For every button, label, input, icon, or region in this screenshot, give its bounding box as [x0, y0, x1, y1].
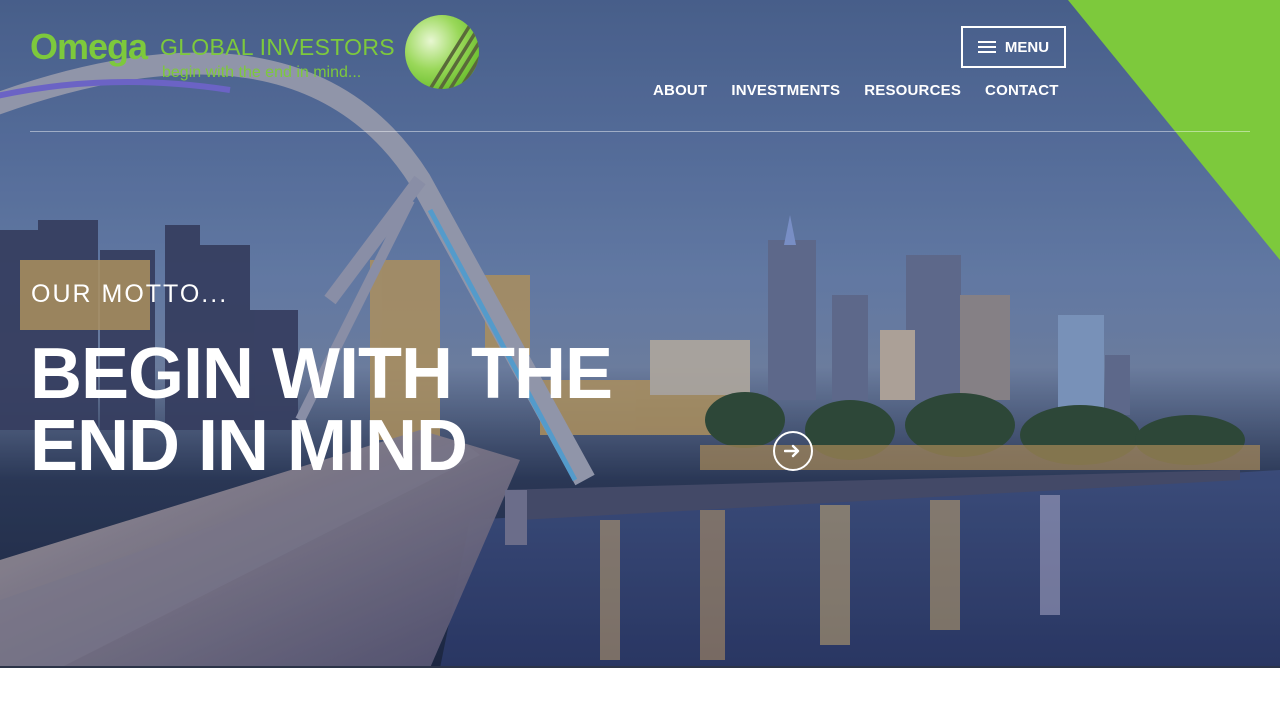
hero-headline: BEGIN WITH THE END IN MIND: [30, 338, 730, 482]
hero-headline-line-1: BEGIN WITH THE: [30, 334, 613, 414]
menu-button[interactable]: MENU: [961, 26, 1066, 68]
logo-global-investors-text: GLOBAL INVESTORS: [160, 34, 395, 60]
hero-section: Omega GLOBAL INVESTORS begin with the en…: [0, 0, 1280, 668]
omega-sphere-icon: [405, 15, 479, 89]
hero-next-button[interactable]: [773, 431, 813, 471]
menu-button-label: MENU: [1004, 38, 1050, 56]
hero-headline-line-2: END IN MIND: [30, 406, 468, 486]
main-nav: ABOUT INVESTMENTS RESOURCES CONTACT: [653, 82, 1059, 99]
nav-investments[interactable]: INVESTMENTS: [731, 82, 840, 99]
logo-tagline: begin with the end in mind...: [162, 64, 362, 81]
hero-bottom-border: [0, 666, 1280, 668]
arrow-right-icon: [784, 444, 800, 458]
logo-omega-text: Omega: [30, 26, 148, 67]
nav-about[interactable]: ABOUT: [653, 82, 707, 99]
hamburger-icon: [977, 41, 996, 53]
site-logo[interactable]: Omega GLOBAL INVESTORS begin with the en…: [30, 14, 490, 104]
nav-resources[interactable]: RESOURCES: [864, 82, 961, 99]
nav-contact[interactable]: CONTACT: [985, 82, 1059, 99]
hero-eyebrow: OUR MOTTO...: [31, 280, 229, 308]
header-divider: [30, 131, 1250, 132]
